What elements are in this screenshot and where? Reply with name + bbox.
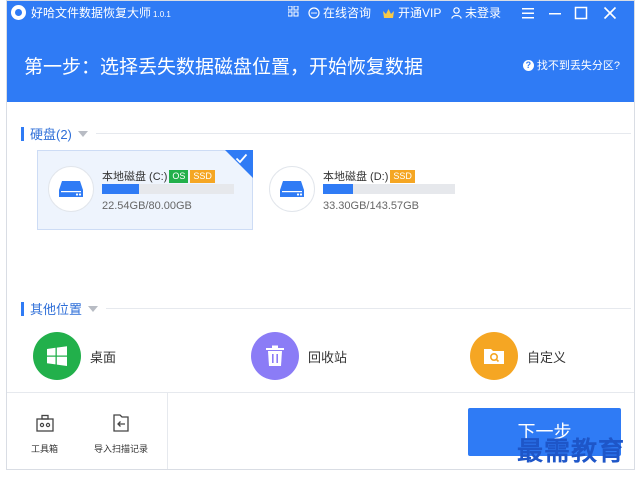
disk-size: 33.30GB/143.57GB: [323, 200, 420, 212]
maximize-icon[interactable]: [572, 4, 590, 22]
online-consult-label: 在线咨询: [323, 6, 372, 20]
app-title: 好哈文件数据恢复大师 1.0.1: [31, 6, 171, 22]
vip-button[interactable]: 开通VIP: [382, 6, 441, 20]
title-bar: 好哈文件数据恢复大师 1.0.1 在线咨询 开通VIP 未登录: [7, 1, 634, 25]
online-consult-button[interactable]: 在线咨询: [308, 6, 371, 20]
app-version: 1.0.1: [153, 10, 171, 19]
location-desktop[interactable]: 桌面: [33, 332, 116, 380]
hard-disk-icon: [269, 166, 315, 212]
location-label: 桌面: [90, 349, 117, 365]
chat-icon: [308, 7, 320, 19]
close-icon[interactable]: [601, 4, 619, 22]
location-label: 回收站: [308, 349, 348, 365]
divider: [95, 133, 631, 134]
import-scan-record-button[interactable]: 导入扫描记录: [94, 413, 148, 455]
disk-size: 22.54GB/80.00GB: [102, 200, 192, 212]
menu-icon[interactable]: [519, 4, 537, 22]
ssd-badge: SSD: [190, 169, 215, 183]
missing-partition-link[interactable]: ? 找不到丢失分区?: [522, 57, 620, 73]
other-section-header[interactable]: 其他位置: [21, 299, 631, 318]
disk-card-d[interactable]: 本地磁盘 (D:) SSD 33.30GB/143.57GB: [258, 150, 474, 230]
toolbox-label: 工具箱: [31, 444, 59, 454]
disks-section-header[interactable]: 硬盘(2): [21, 124, 631, 143]
section-accent: [21, 301, 24, 316]
import-icon: [113, 414, 129, 432]
page-title: 第一步：选择丢失数据磁盘位置，开始恢复数据: [24, 57, 424, 78]
divider: [167, 393, 168, 469]
divider: [106, 308, 631, 309]
windows-icon: [33, 332, 81, 380]
question-icon: ?: [522, 59, 534, 71]
user-icon: [451, 7, 462, 19]
disk-name: 本地磁盘 (D:) SSD: [323, 168, 415, 184]
folder-search-icon: [470, 332, 518, 380]
app-logo-icon: [11, 5, 26, 20]
trash-icon: [251, 332, 299, 380]
missing-partition-label: 找不到丢失分区?: [536, 60, 620, 72]
location-recycle-bin[interactable]: 回收站: [251, 332, 347, 380]
disk-name-text: 本地磁盘 (C:): [102, 171, 168, 183]
other-section-label: 其他位置: [30, 302, 83, 317]
disk-card-c[interactable]: 本地磁盘 (C:) OS SSD 22.54GB/80.00GB: [37, 150, 253, 230]
grid-menu-icon[interactable]: [288, 6, 299, 17]
login-label: 未登录: [465, 6, 502, 20]
disk-usage-fill: [102, 184, 139, 194]
crown-icon: [383, 8, 394, 18]
disk-name-text: 本地磁盘 (D:): [323, 171, 389, 183]
ssd-badge: SSD: [390, 169, 415, 183]
check-icon: [235, 153, 248, 164]
chevron-down-icon: [88, 305, 99, 312]
location-label: 自定义: [527, 349, 567, 365]
disks-section-label: 硬盘(2): [30, 127, 72, 142]
watermark: 最需教育: [517, 437, 626, 467]
section-accent: [21, 126, 24, 141]
header-bar: 好哈文件数据恢复大师 1.0.1 在线咨询 开通VIP 未登录 第一步：选择丢失…: [7, 1, 634, 102]
app-window: 好哈文件数据恢复大师 1.0.1 在线咨询 开通VIP 未登录 第一步：选择丢失…: [6, 0, 635, 470]
app-title-text: 好哈文件数据恢复大师: [31, 6, 152, 20]
vip-label: 开通VIP: [398, 6, 442, 20]
toolbox-icon: [35, 414, 54, 432]
hard-disk-icon: [48, 166, 94, 212]
login-button[interactable]: 未登录: [451, 6, 501, 20]
os-badge: OS: [169, 169, 189, 183]
disk-usage-bar: [323, 184, 455, 194]
minimize-icon[interactable]: [546, 4, 564, 22]
disk-name: 本地磁盘 (C:) OS SSD: [102, 168, 215, 184]
disk-usage-fill: [323, 184, 354, 194]
location-custom[interactable]: 自定义: [470, 332, 566, 380]
disk-usage-bar: [102, 184, 234, 194]
import-scan-record-label: 导入扫描记录: [94, 444, 149, 454]
toolbox-button[interactable]: 工具箱: [31, 413, 58, 455]
chevron-down-icon: [77, 130, 88, 137]
